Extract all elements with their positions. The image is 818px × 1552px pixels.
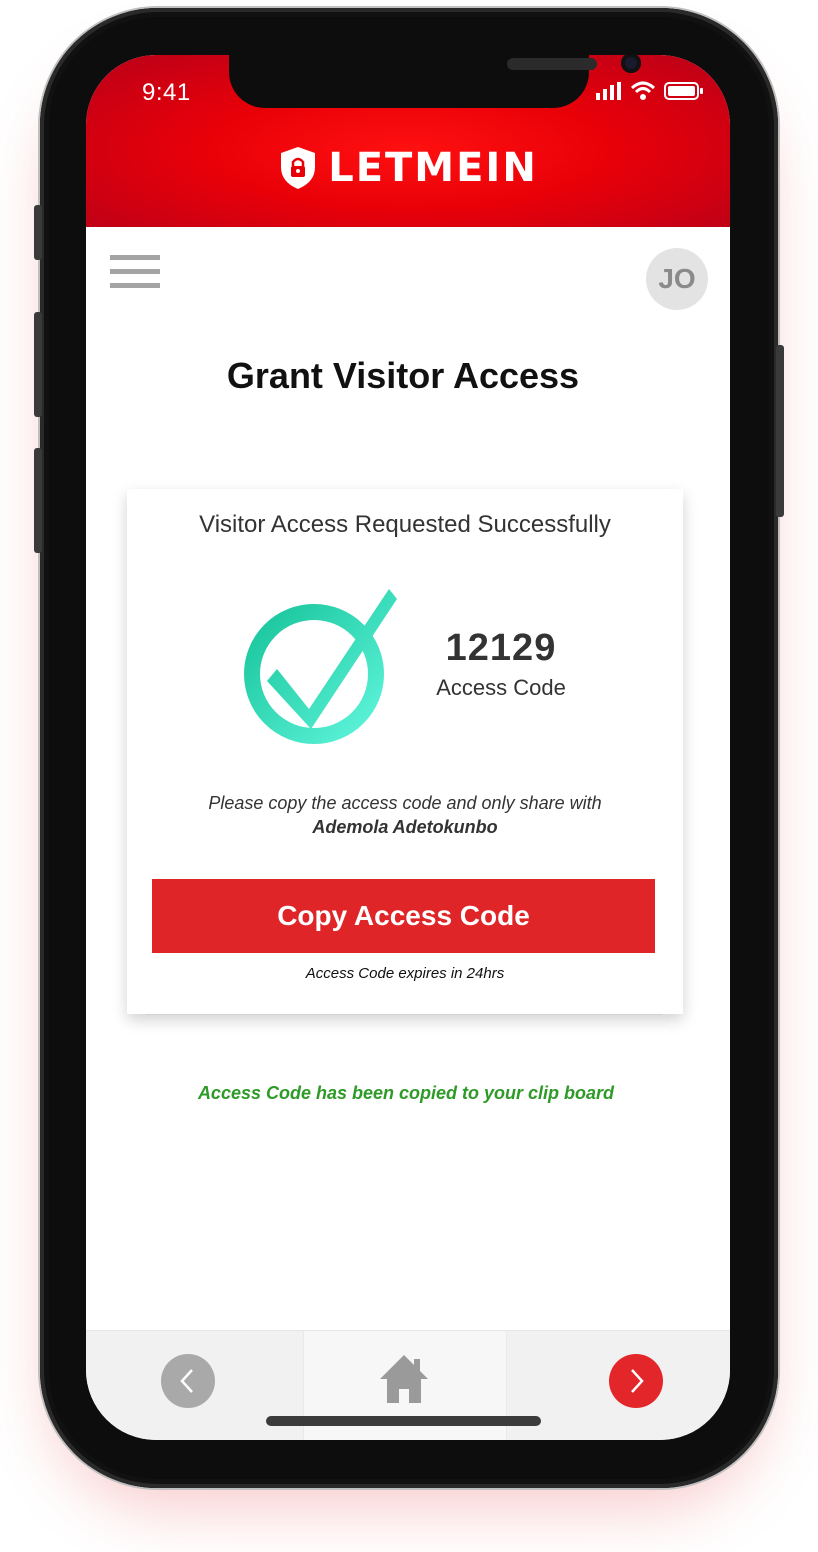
status-icons [596, 81, 704, 101]
check-icon [244, 589, 397, 744]
power-button [776, 345, 784, 517]
share-note: Please copy the access code and only sha… [147, 791, 663, 839]
volume-up-button [34, 312, 42, 417]
notch [229, 55, 641, 108]
access-code-label: Access Code [436, 675, 566, 700]
avatar[interactable]: JO [646, 248, 708, 310]
volume-down-button [34, 448, 42, 553]
access-code-value: 12129 [445, 627, 557, 669]
wifi-icon [630, 81, 656, 100]
front-camera [621, 55, 641, 73]
expiry-note: Access Code expires in 24hrs [305, 965, 505, 982]
home-indicator[interactable] [266, 1416, 541, 1426]
battery-icon [664, 82, 703, 100]
brand-logo: LETMEIN [86, 145, 730, 191]
next-button[interactable] [609, 1354, 663, 1408]
signal-icon [596, 82, 621, 100]
lock-shield-icon [281, 147, 316, 189]
chevron-right-icon [631, 1369, 644, 1393]
page-title: Grant Visitor Access [226, 355, 580, 396]
chevron-left-icon [180, 1369, 193, 1393]
home-icon[interactable] [376, 1351, 432, 1407]
menu-icon[interactable] [110, 255, 160, 291]
copied-confirmation: Access Code has been copied to your clip… [197, 1083, 615, 1103]
previous-button[interactable] [161, 1354, 215, 1408]
copy-access-code-button[interactable]: Copy Access Code [152, 879, 655, 953]
silent-switch [34, 205, 42, 260]
card-heading: Visitor Access Requested Successfully [199, 511, 611, 538]
status-time: 9:41 [142, 79, 191, 106]
phone-screen: 9:41 LETMEIN JO Grant Visitor Access Vis… [86, 55, 730, 1440]
speaker [507, 58, 597, 70]
app-header: 9:41 LETMEIN [86, 55, 730, 227]
access-code-card: Visitor Access Requested Successfully 12… [127, 489, 683, 1014]
share-note-text: Please copy the access code and only sha… [208, 793, 602, 813]
brand-name: LETMEIN [328, 145, 538, 191]
visitor-name: Ademola Adetokunbo [312, 817, 498, 837]
